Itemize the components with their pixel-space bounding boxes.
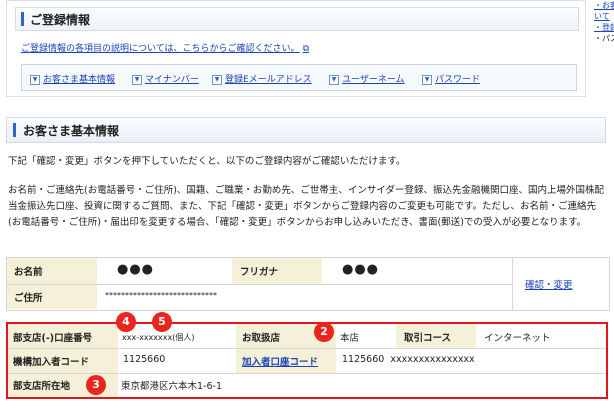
section-accent-bar	[13, 123, 16, 137]
arrow-icon: ▼	[30, 74, 40, 85]
course-value: インターネット	[476, 324, 606, 348]
course-label: 取引コース	[396, 324, 476, 348]
institution-code-value: 1125660	[118, 348, 236, 373]
branch-location-value: 東京都港区六本木1-6-1	[118, 373, 606, 397]
callout-badge: 4	[116, 312, 136, 332]
handling-branch-value: 本店	[336, 324, 396, 348]
nav-email-label[interactable]: 登録Eメールアドレス	[225, 75, 312, 85]
basic-info-title-bar: お客さま基本情報	[6, 117, 606, 143]
nav-password[interactable]: ▼ パスワード	[422, 72, 480, 85]
subscriber-account-cell: 加入者口座コード	[236, 348, 336, 373]
nav-basic-info[interactable]: ▼ お客さま基本情報	[30, 72, 115, 85]
nav-basic-info-label[interactable]: お客さま基本情報	[43, 75, 115, 85]
confirm-change-link[interactable]: 確認・変更	[525, 280, 573, 291]
arrow-icon: ▼	[422, 74, 432, 85]
branch-account-label: 部支店(-)口座番号	[8, 324, 118, 348]
registration-title: ご登録情報	[30, 13, 91, 27]
callout-badge: 3	[86, 375, 106, 395]
help-link-text[interactable]: ご登録情報の各項目の説明については、こちらからご確認ください。	[21, 44, 300, 54]
name-value: ●●●	[97, 258, 232, 284]
arrow-icon: ▼	[329, 74, 339, 85]
nav-email[interactable]: ▼ 登録Eメールアドレス	[212, 72, 312, 85]
side-menu-item[interactable]: いて	[594, 11, 614, 22]
nav-username-label[interactable]: ユーザーネーム	[342, 75, 405, 85]
section-nav: ▼ お客さま基本情報 ▼ マイナンバー ▼ 登録Eメールアドレス ▼ ユーザーネーム ▼…	[21, 64, 577, 91]
nav-my-number-label[interactable]: マイナンバー	[145, 75, 199, 85]
address-label: ご住所	[7, 284, 97, 309]
furigana-label: フリガナ	[232, 258, 322, 284]
callout-badge: 2	[314, 322, 334, 342]
confirm-change-cell: 確認・変更	[513, 258, 609, 310]
callout-badge: 5	[152, 312, 172, 332]
external-window-icon: ⧉	[302, 44, 309, 54]
registration-info-panel: ご登録情報 ご登録情報の各項目の説明については、こちらからご確認ください。 ⧉ ▼…	[6, 0, 586, 97]
name-label: お名前	[7, 258, 97, 284]
personal-info-table: お名前 ●●● フリガナ ●●● ご住所 *******************…	[6, 257, 610, 311]
side-menu-item[interactable]: ・お客	[594, 0, 614, 11]
subscriber-account-value: 1125660 xxxxxxxxxxxxxxx	[336, 348, 606, 373]
institution-code-label: 機構加入者コード	[8, 348, 118, 373]
divider	[7, 284, 512, 285]
intro-text: 下記「確認・変更」ボタンを押下していただくと、以下のご登録内容がご確認いただけま…	[8, 156, 406, 167]
side-menu: ・お客 いて ・登録 ・パス	[594, 0, 614, 44]
side-menu-item[interactable]: ・登録	[594, 22, 614, 33]
arrow-icon: ▼	[212, 74, 222, 85]
divider	[8, 348, 606, 349]
side-menu-item[interactable]: ・パス	[594, 33, 614, 44]
subscriber-account-link[interactable]: 加入者口座コード	[242, 357, 318, 368]
basic-info-title: お客さま基本情報	[23, 124, 120, 138]
divider	[8, 373, 606, 374]
address-value: ****************************	[97, 284, 512, 309]
title-accent-bar	[21, 12, 24, 26]
details-text: お名前・ご連絡先(お電話番号・ご住所)、国籍、ご職業・お勤め先、ご世帯主、インサ…	[8, 185, 605, 228]
help-link[interactable]: ご登録情報の各項目の説明については、こちらからご確認ください。 ⧉	[21, 41, 309, 54]
nav-password-label[interactable]: パスワード	[435, 75, 480, 85]
nav-my-number[interactable]: ▼ マイナンバー	[132, 72, 199, 85]
nav-username[interactable]: ▼ ユーザーネーム	[329, 72, 405, 85]
branch-account-value: xxx-xxxxxxx(個人)	[118, 324, 236, 348]
arrow-icon: ▼	[132, 74, 142, 85]
registration-title-bar: ご登録情報	[15, 7, 579, 31]
furigana-value: ●●●	[322, 258, 512, 284]
